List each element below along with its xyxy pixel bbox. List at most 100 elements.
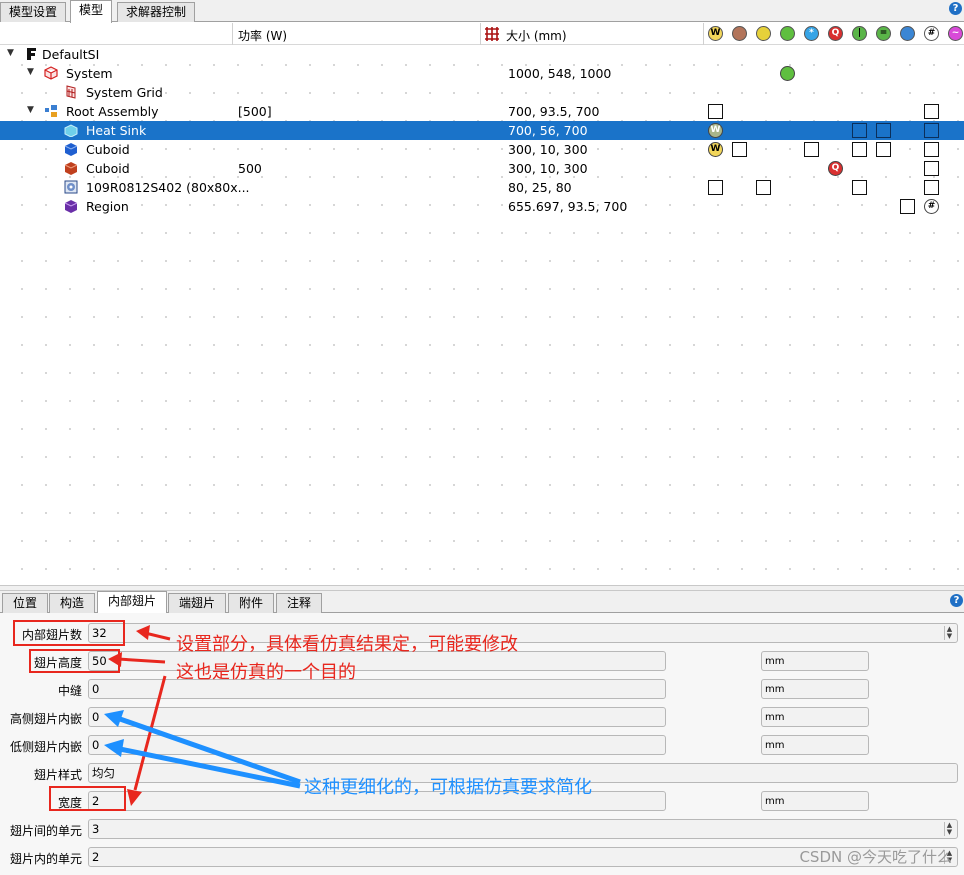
fan-icon bbox=[64, 180, 78, 194]
high-inset-label: 高侧翅片内嵌 bbox=[9, 712, 82, 726]
tree-item-label: System Grid bbox=[86, 85, 163, 100]
tree-item-label: Cuboid bbox=[86, 161, 130, 176]
tab-model[interactable]: 模型 bbox=[70, 0, 113, 23]
highlight-box bbox=[49, 786, 126, 811]
tab-notes[interactable]: 注释 bbox=[276, 593, 323, 613]
power-column-header[interactable]: 功率 (W) bbox=[238, 27, 287, 44]
annotation-settings-note: 设置部分，具体看仿真结果定，可能要修改 bbox=[176, 634, 518, 655]
fan-icon[interactable]: | bbox=[852, 26, 867, 41]
checkbox[interactable] bbox=[708, 104, 723, 119]
source-q-icon[interactable]: Q bbox=[828, 161, 843, 176]
collapse-arrow-icon[interactable]: ▼ bbox=[27, 105, 34, 115]
model-tree: ▼ DefaultSI ▼ System 1000, 548, 1000 Sys… bbox=[0, 45, 964, 585]
gap-unit-select[interactable]: mm bbox=[761, 679, 869, 699]
size-value: 300, 10, 300 bbox=[508, 161, 588, 176]
cells-within-label: 翅片内的单元 bbox=[9, 852, 82, 866]
size-column-header[interactable]: 大小 (mm) bbox=[506, 27, 567, 44]
power-value: 500 bbox=[238, 161, 262, 176]
checkbox[interactable] bbox=[924, 161, 939, 176]
tree-row-cuboid-1[interactable]: Cuboid 300, 10, 300 W bbox=[0, 140, 964, 159]
size-value: 1000, 548, 1000 bbox=[508, 66, 612, 81]
region-icon bbox=[64, 200, 78, 213]
checkbox[interactable] bbox=[924, 104, 939, 119]
heat-flux-icon[interactable]: W bbox=[708, 123, 723, 138]
low-inset-label: 低侧翅片内嵌 bbox=[9, 740, 82, 754]
tree-header: 功率 (W) 大小 (mm) W * Q | = # ~ bbox=[0, 23, 964, 45]
grid-ball-icon[interactable] bbox=[780, 26, 795, 41]
cells-between-label: 翅片间的单元 bbox=[9, 824, 82, 838]
collapse-arrow-icon[interactable]: ▼ bbox=[27, 67, 34, 77]
power-value: [500] bbox=[238, 104, 272, 119]
checkbox[interactable] bbox=[708, 180, 723, 195]
checkbox[interactable] bbox=[924, 123, 939, 138]
grid-icon[interactable]: # bbox=[924, 26, 939, 41]
system-grid-icon bbox=[66, 85, 76, 99]
size-value: 655.697, 93.5, 700 bbox=[508, 199, 628, 214]
tab-end-fins[interactable]: 端翅片 bbox=[168, 593, 227, 613]
tree-row-root-assembly[interactable]: ▼ Root Assembly [500] 700, 93.5, 700 bbox=[0, 102, 964, 121]
tree-row-fan[interactable]: 109R0812S402 (80x80x... 80, 25, 80 bbox=[0, 178, 964, 197]
tree-row-cuboid-2[interactable]: Cuboid 500 300, 10, 300 Q bbox=[0, 159, 964, 178]
checkbox[interactable] bbox=[876, 142, 891, 157]
tree-item-label: DefaultSI bbox=[42, 47, 100, 62]
tree-row-system-grid[interactable]: System Grid bbox=[0, 83, 964, 102]
watermark: CSDN @今天吃了什么 bbox=[799, 848, 952, 866]
grid-size-icon bbox=[485, 27, 499, 41]
checkbox[interactable] bbox=[876, 123, 891, 138]
wave-icon[interactable]: ~ bbox=[948, 26, 963, 41]
tree-row-heat-sink[interactable]: Heat Sink 700, 56, 700 W bbox=[0, 121, 964, 140]
checkbox[interactable] bbox=[852, 142, 867, 157]
checkbox[interactable] bbox=[804, 142, 819, 157]
heat-sink-icon bbox=[64, 124, 78, 137]
checkbox[interactable] bbox=[756, 180, 771, 195]
tab-solver-control[interactable]: 求解器控制 bbox=[117, 2, 196, 22]
top-tab-bar: 模型设置 模型 求解器控制 ? bbox=[0, 0, 964, 23]
size-value: 300, 10, 300 bbox=[508, 142, 588, 157]
annotation-simplify-note: 这种更细化的，可根据仿真要求简化 bbox=[304, 777, 592, 798]
size-value: 700, 56, 700 bbox=[508, 123, 588, 138]
high-inset-unit-select[interactable]: mm bbox=[761, 707, 869, 727]
annotation-purpose-note: 这也是仿真的一个目的 bbox=[176, 662, 356, 683]
tab-attachments[interactable]: 附件 bbox=[228, 593, 275, 613]
help-icon[interactable]: ? bbox=[950, 594, 963, 607]
checkbox[interactable] bbox=[852, 123, 867, 138]
surface-icon[interactable] bbox=[756, 26, 771, 41]
checkbox[interactable] bbox=[924, 180, 939, 195]
monitor-icon[interactable]: = bbox=[876, 26, 891, 41]
low-inset-unit-select[interactable]: mm bbox=[761, 735, 869, 755]
model-f-icon bbox=[27, 48, 36, 60]
flow-icon[interactable] bbox=[900, 26, 915, 41]
high-inset-input[interactable]: 0 bbox=[88, 707, 666, 727]
width-unit-select[interactable]: mm bbox=[761, 791, 869, 811]
tab-model-settings[interactable]: 模型设置 bbox=[0, 2, 67, 22]
collapse-arrow-icon[interactable]: ▼ bbox=[7, 48, 14, 58]
heat-flux-icon[interactable]: W bbox=[708, 142, 723, 157]
cells-between-input[interactable]: 3 ▲ ▼ bbox=[88, 819, 958, 839]
material-icon[interactable] bbox=[732, 26, 747, 41]
fin-height-unit-select[interactable]: mm bbox=[761, 651, 869, 671]
checkbox[interactable] bbox=[924, 142, 939, 157]
tab-position[interactable]: 位置 bbox=[2, 593, 49, 613]
grid-ball-icon[interactable] bbox=[780, 66, 795, 81]
highlight-box bbox=[29, 649, 120, 673]
tree-item-label: Region bbox=[86, 199, 129, 214]
tree-row-defaultsi[interactable]: ▼ DefaultSI bbox=[0, 45, 964, 64]
grid-icon[interactable]: # bbox=[924, 199, 939, 214]
source-q-icon[interactable]: Q bbox=[828, 26, 843, 41]
size-value: 80, 25, 80 bbox=[508, 180, 572, 195]
checkbox[interactable] bbox=[900, 199, 915, 214]
help-icon[interactable]: ? bbox=[949, 2, 962, 15]
tab-internal-fins[interactable]: 内部翅片 bbox=[97, 591, 168, 614]
snowflake-icon[interactable]: * bbox=[804, 26, 819, 41]
highlight-box bbox=[13, 620, 125, 646]
gap-input[interactable]: 0 bbox=[88, 679, 666, 699]
checkbox[interactable] bbox=[732, 142, 747, 157]
checkbox[interactable] bbox=[852, 180, 867, 195]
tree-row-system[interactable]: ▼ System 1000, 548, 1000 bbox=[0, 64, 964, 83]
fin-style-label: 翅片样式 bbox=[33, 768, 82, 782]
heat-flux-icon[interactable]: W bbox=[708, 26, 723, 41]
assembly-icon bbox=[45, 105, 57, 117]
tab-construction[interactable]: 构造 bbox=[49, 593, 96, 613]
tree-row-region[interactable]: Region 655.697, 93.5, 700 # bbox=[0, 197, 964, 216]
low-inset-input[interactable]: 0 bbox=[88, 735, 666, 755]
